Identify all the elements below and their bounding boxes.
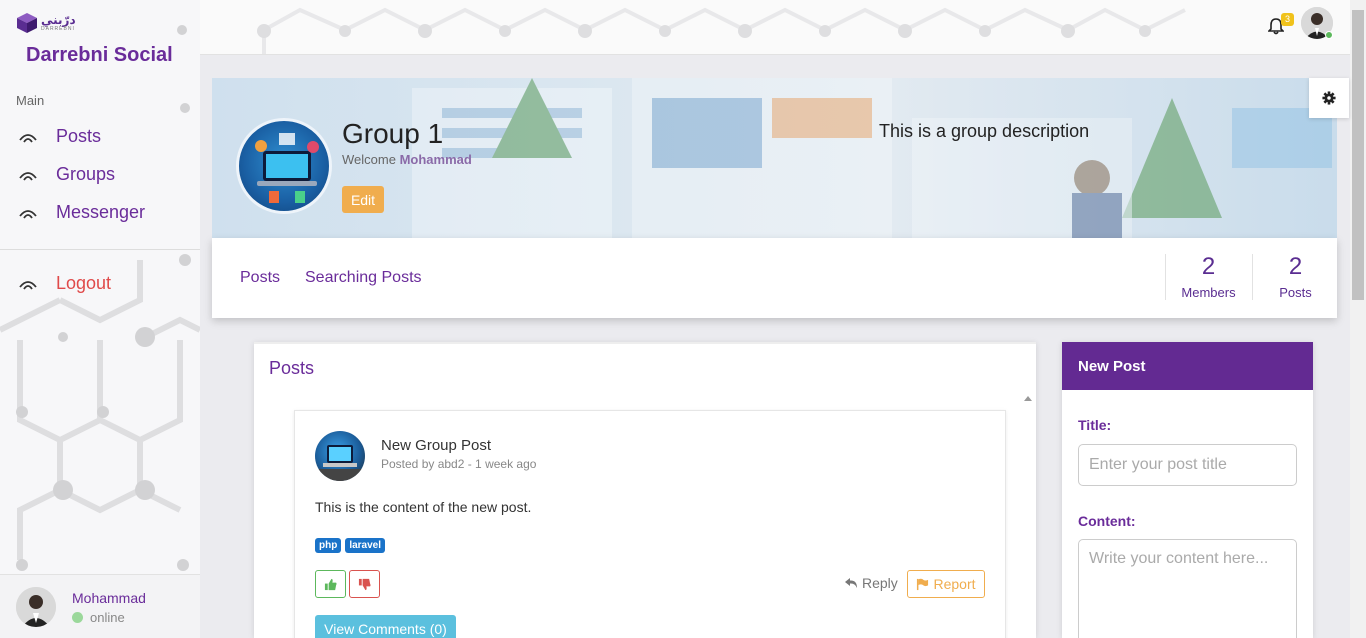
online-indicator-icon <box>1325 31 1333 39</box>
stat-members-label: Members <box>1181 285 1236 300</box>
sidebar-user[interactable]: Mohammad online <box>0 574 200 638</box>
stat-posts[interactable]: 2 Posts <box>1252 254 1338 300</box>
posts-panel: Posts New Group Post Posted by abd2 - 1 … <box>254 342 1036 638</box>
post-tags: php laravel <box>315 538 386 553</box>
sidebar: درّبني DARREBNI Darrebni Social Main Pos… <box>0 0 200 638</box>
page-scrollbar[interactable] <box>1350 0 1366 638</box>
logo-subtext: DARREBNI <box>41 26 75 32</box>
stat-members[interactable]: 2 Members <box>1165 254 1251 300</box>
logo[interactable]: درّبني DARREBNI <box>16 10 80 36</box>
sidebar-item-posts[interactable]: Posts <box>18 126 101 147</box>
logout-button[interactable]: Logout <box>18 273 111 294</box>
hexagon-header-pattern <box>257 7 1186 54</box>
stat-posts-label: Posts <box>1279 285 1312 300</box>
tab-searching-posts[interactable]: Searching Posts <box>305 269 422 287</box>
user-status: online <box>72 610 125 625</box>
sidebar-item-groups[interactable]: Groups <box>18 164 115 185</box>
group-welcome: Welcome Mohammad <box>342 152 472 167</box>
group-title: Group 1 <box>342 118 444 149</box>
report-button[interactable]: Report <box>907 570 985 598</box>
scrollbar-thumb[interactable] <box>1352 10 1364 300</box>
thumbs-up-icon <box>324 578 337 590</box>
report-label: Report <box>933 576 976 592</box>
posts-heading: Posts <box>269 358 315 378</box>
notification-badge: 3 <box>1281 13 1294 26</box>
group-description: This is a group description <box>879 121 1090 141</box>
stat-posts-value: 2 <box>1288 253 1303 280</box>
logo-cube-icon <box>17 13 37 33</box>
group-avatar <box>236 118 332 214</box>
sidebar-item-label: Posts <box>56 126 102 146</box>
content-label: Content: <box>1078 513 1136 529</box>
welcome-name: Mohammad <box>399 152 472 167</box>
post-title-input[interactable] <box>1078 444 1297 486</box>
online-dot-icon <box>72 612 83 623</box>
dislike-button[interactable] <box>349 570 380 598</box>
flag-icon <box>917 578 929 590</box>
top-header: 3 <box>200 0 1350 55</box>
brand-title: Darrebni Social <box>26 44 173 66</box>
avatar <box>16 587 56 627</box>
title-label: Title: <box>1078 417 1112 433</box>
reply-label: Reply <box>862 575 898 591</box>
new-post-heading: New Post <box>1062 342 1313 390</box>
new-post-panel: New Post Title: Content: <box>1062 342 1313 638</box>
edit-group-button[interactable]: Edit <box>342 186 384 213</box>
group-tabbar: Posts Searching Posts 2 Members 2 Posts <box>212 238 1337 318</box>
like-button[interactable] <box>315 570 346 598</box>
logout-label: Logout <box>56 273 112 293</box>
sidebar-item-messenger[interactable]: Messenger <box>18 202 145 223</box>
post-title[interactable]: New Group Post <box>381 437 491 454</box>
post-author-avatar <box>315 431 365 481</box>
view-comments-button[interactable]: View Comments (0) <box>315 615 456 638</box>
sidebar-divider <box>0 249 200 250</box>
tag-badge[interactable]: php <box>315 538 342 553</box>
sidebar-item-label: Groups <box>56 164 116 184</box>
sidebar-item-label: Messenger <box>56 202 146 222</box>
user-status-text: online <box>90 610 125 625</box>
scroll-up-arrow-icon[interactable] <box>1024 396 1032 401</box>
post-content: This is the content of the new post. <box>315 499 532 515</box>
stat-members-value: 2 <box>1201 253 1216 280</box>
tab-posts[interactable]: Posts <box>240 269 280 287</box>
reply-link[interactable]: Reply <box>844 575 898 591</box>
wifi-icon <box>19 171 37 181</box>
post-meta: Posted by abd2 - 1 week ago <box>381 457 537 471</box>
logo-text: درّبني <box>41 13 76 27</box>
thumbs-down-icon <box>358 578 371 590</box>
wifi-icon <box>19 133 37 143</box>
post-content-textarea[interactable] <box>1078 539 1297 638</box>
welcome-prefix: Welcome <box>342 152 396 167</box>
settings-button[interactable] <box>1309 78 1349 118</box>
group-banner: Group 1 Welcome Mohammad Edit This is a … <box>212 78 1337 238</box>
tag-badge[interactable]: laravel <box>345 538 386 553</box>
user-name: Mohammad <box>72 590 146 606</box>
reply-icon <box>845 578 857 588</box>
sidebar-section-label: Main <box>16 93 45 108</box>
gear-icon <box>1322 91 1336 105</box>
wifi-icon <box>19 280 37 290</box>
wifi-icon <box>19 209 37 219</box>
post-card: New Group Post Posted by abd2 - 1 week a… <box>294 410 1006 638</box>
